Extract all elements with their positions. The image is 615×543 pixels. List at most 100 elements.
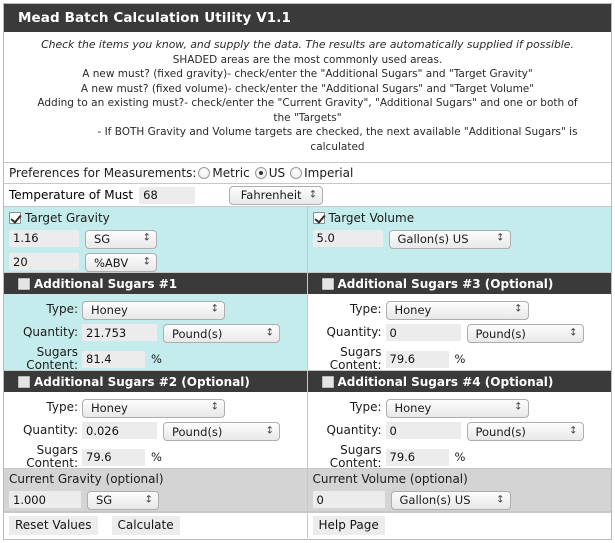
- target-volume-panel: Target Volume Gallon(s) US: [307, 207, 611, 272]
- instructions-block: Check the items you know, and supply the…: [4, 32, 611, 163]
- current-volume-unit-select[interactable]: Gallon(s) US: [390, 490, 511, 510]
- sugar-2-quantity-input[interactable]: [82, 422, 157, 440]
- sugar-1-type-wrap[interactable]: Honey: [82, 299, 225, 320]
- calculate-button[interactable]: Calculate: [111, 516, 180, 535]
- current-gravity-unit-wrap[interactable]: SG: [87, 489, 159, 510]
- sugar-4-type-row: Type: Honey: [314, 397, 606, 418]
- temperature-label: Temperature of Must: [9, 188, 134, 202]
- temperature-unit-wrap[interactable]: Fahrenheit: [229, 185, 324, 205]
- current-gravity-unit-select[interactable]: SG: [87, 490, 159, 510]
- sugar-4-quantity-input[interactable]: [385, 422, 461, 440]
- sugars-row-top: Additional Sugars #1 Type: Honey Quantit…: [4, 273, 611, 372]
- target-abv-value-row: %ABV: [9, 252, 302, 272]
- preferences-row: Preferences for Measurements: Metric US …: [4, 163, 611, 184]
- target-abv-input[interactable]: [9, 253, 79, 271]
- current-row: Current Gravity (optional) SG Current Vo…: [4, 469, 611, 513]
- sugar-3-quantity-input[interactable]: [385, 324, 461, 342]
- radio-imperial-icon[interactable]: [290, 167, 303, 179]
- sugar-1-type-row: Type: Honey: [10, 299, 301, 320]
- reset-values-button[interactable]: Reset Values: [9, 516, 98, 535]
- help-page-button[interactable]: Help Page: [312, 516, 385, 535]
- sugar-3-content-label-l2: Content:: [329, 358, 382, 372]
- sugar-1-content-input[interactable]: [82, 350, 145, 368]
- sugar-1-quantity-input[interactable]: [82, 324, 157, 342]
- sugar-3-content-input[interactable]: [385, 350, 449, 368]
- current-gravity-input[interactable]: [9, 491, 81, 508]
- sugar-4-quantity-unit-select[interactable]: Pound(s): [466, 422, 584, 441]
- sugar-panel-4-header[interactable]: Additional Sugars #4 (Optional): [307, 371, 611, 392]
- target-gravity-unit-select[interactable]: SG: [85, 229, 157, 249]
- sugar-2-content-label: Sugars Content:: [10, 444, 82, 470]
- sugar-3-type-label: Type:: [349, 301, 382, 316]
- sugar-2-checkbox-icon[interactable]: [18, 375, 30, 388]
- sugar-1-checkbox-icon[interactable]: [18, 277, 30, 290]
- sugar-2-content-label-l2: Content:: [26, 456, 78, 470]
- target-volume-unit-wrap[interactable]: Gallon(s) US: [388, 228, 511, 249]
- target-gravity-check-row[interactable]: Target Gravity: [9, 211, 302, 225]
- sugar-3-checkbox-icon[interactable]: [321, 277, 334, 290]
- current-gravity-panel: Current Gravity (optional) SG: [4, 469, 308, 512]
- sugars-row-bottom: Additional Sugars #2 (Optional) Type: Ho…: [4, 371, 611, 470]
- current-gravity-body: SG: [4, 488, 307, 512]
- sugar-3-title: Additional Sugars #3 (Optional): [337, 276, 554, 291]
- target-gravity-value-row: SG: [9, 228, 302, 249]
- target-abv-unit-select[interactable]: %ABV: [85, 253, 157, 272]
- sugar-4-quantity-label: Quantity:: [326, 423, 382, 438]
- radio-metric-label: Metric: [212, 166, 250, 180]
- sugar-panel-2-header[interactable]: Additional Sugars #2 (Optional): [4, 371, 307, 392]
- sugar-1-content-row: Sugars Content: %: [10, 346, 301, 372]
- sugar-3-quantity-label: Quantity:: [326, 325, 382, 340]
- radio-option-imperial[interactable]: Imperial: [290, 166, 357, 180]
- buttons-right: Help Page: [307, 513, 611, 538]
- sugar-4-quantity-row: Quantity: Pound(s): [314, 421, 606, 441]
- buttons-left-bar: Reset Values Calculate: [4, 513, 307, 538]
- sugar-panel-3-header[interactable]: Additional Sugars #3 (Optional): [307, 273, 611, 294]
- sugar-4-type-wrap[interactable]: Honey: [385, 397, 529, 418]
- current-volume-panel: Current Volume (optional) Gallon(s) US: [307, 469, 611, 512]
- sugar-2-type-wrap[interactable]: Honey: [82, 397, 225, 418]
- temperature-unit-select[interactable]: Fahrenheit: [229, 185, 324, 205]
- sugar-4-quantity-unit-wrap[interactable]: Pound(s): [466, 421, 584, 441]
- sugar-3-type-select[interactable]: Honey: [385, 300, 529, 320]
- sugar-1-percent-label: %: [151, 352, 162, 366]
- target-gravity-unit-wrap[interactable]: SG: [85, 228, 157, 249]
- sugar-3-quantity-unit-wrap[interactable]: Pound(s): [466, 323, 584, 343]
- buttons-left: Reset Values Calculate: [4, 513, 308, 538]
- sugar-1-quantity-unit-wrap[interactable]: Pound(s): [163, 323, 280, 343]
- temperature-input[interactable]: [139, 186, 196, 204]
- current-volume-body: Gallon(s) US: [307, 488, 611, 512]
- radio-metric-icon[interactable]: [198, 167, 211, 179]
- target-abv-unit-wrap[interactable]: %ABV: [85, 252, 157, 272]
- instruction-line-4: A new must? (fixed volume)- check/enter …: [80, 82, 535, 95]
- sugar-2-content-input[interactable]: [82, 448, 145, 466]
- radio-option-us[interactable]: US: [254, 166, 289, 180]
- sugar-3-type-wrap[interactable]: Honey: [385, 299, 529, 320]
- sugar-2-type-select[interactable]: Honey: [82, 398, 225, 418]
- sugar-1-title: Additional Sugars #1: [34, 276, 178, 291]
- target-volume-unit-select[interactable]: Gallon(s) US: [388, 229, 511, 249]
- target-gravity-input[interactable]: [9, 229, 79, 247]
- sugar-4-type-select[interactable]: Honey: [385, 398, 529, 418]
- sugar-3-quantity-unit-select[interactable]: Pound(s): [466, 324, 584, 343]
- sugar-4-content-row: Sugars Content: %: [314, 444, 606, 470]
- sugar-1-quantity-unit-select[interactable]: Pound(s): [163, 324, 280, 343]
- sugar-1-type-select[interactable]: Honey: [82, 300, 225, 320]
- target-volume-check-row[interactable]: Target Volume: [312, 211, 607, 225]
- sugar-panel-4-body: Type: Honey Quantity: Po: [307, 392, 611, 470]
- sugar-panel-1-header[interactable]: Additional Sugars #1: [4, 273, 307, 294]
- target-gravity-checkbox-icon[interactable]: [9, 212, 21, 224]
- sugar-4-checkbox-icon[interactable]: [321, 375, 334, 388]
- sugar-4-content-input[interactable]: [385, 448, 449, 466]
- sugar-2-quantity-label: Quantity:: [22, 423, 78, 438]
- sugar-2-quantity-unit-wrap[interactable]: Pound(s): [163, 421, 280, 441]
- sugar-panel-2-body: Type: Honey Quantity: Po: [4, 392, 307, 470]
- radio-option-metric[interactable]: Metric: [198, 166, 253, 180]
- current-volume-input[interactable]: [312, 491, 385, 508]
- current-volume-title: Current Volume (optional): [307, 469, 611, 488]
- target-volume-input[interactable]: [312, 229, 383, 247]
- sugar-2-quantity-unit-select[interactable]: Pound(s): [163, 422, 280, 441]
- current-volume-unit-wrap[interactable]: Gallon(s) US: [390, 489, 511, 510]
- sugar-panel-1: Additional Sugars #1 Type: Honey Quantit…: [4, 273, 308, 372]
- radio-us-icon[interactable]: [254, 167, 267, 179]
- target-volume-checkbox-icon[interactable]: [312, 212, 325, 224]
